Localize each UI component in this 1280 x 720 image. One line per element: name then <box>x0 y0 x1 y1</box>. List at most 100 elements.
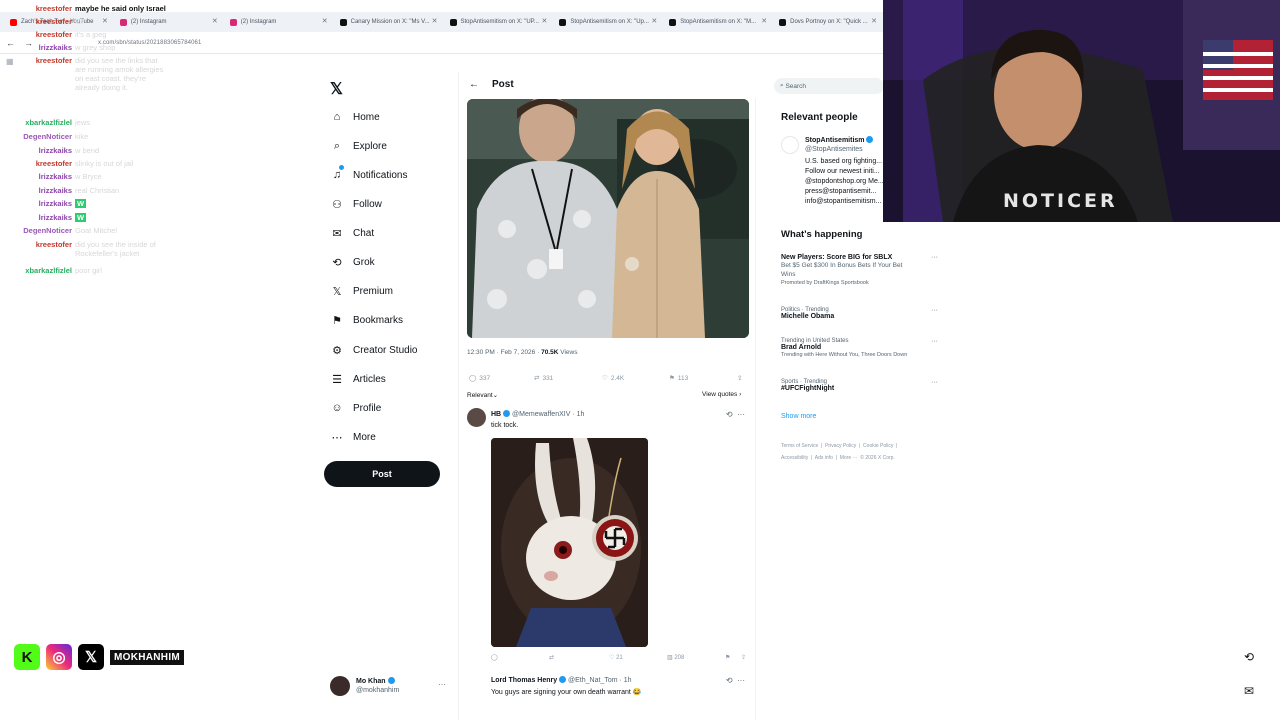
share-action[interactable]: ⇪ <box>737 374 742 382</box>
nav-item-label: Chat <box>353 227 375 239</box>
more-dots-icon[interactable]: ··· <box>931 338 938 345</box>
trend-name: New Players: Score BIG for SBLX <box>781 254 893 261</box>
more-dots-icon[interactable]: ··· <box>737 410 745 419</box>
nav-item-home[interactable]: ⌂ Home <box>330 110 380 124</box>
nav-item-bookmarks[interactable]: ⚑ Bookmarks <box>330 313 403 327</box>
nav-item-creator-studio[interactable]: ⚙ Creator Studio <box>330 343 417 357</box>
reply-author-name: HB <box>491 411 502 418</box>
views-count: 208 <box>674 655 685 661</box>
nav-item-label: Explore <box>353 140 387 152</box>
bar-chart-icon: ▥ <box>667 655 673 661</box>
account-switcher[interactable]: Mo Khan @mokhanhim ··· <box>330 676 454 698</box>
bookmark-icon[interactable]: ⚑ <box>725 654 730 661</box>
bookmark-count: 113 <box>677 374 689 382</box>
mail-icon[interactable]: ✉ <box>1238 680 1260 702</box>
x-logo-icon[interactable]: 𝕏 <box>330 79 343 99</box>
like-action[interactable]: ♡ 21 <box>609 654 623 661</box>
chat-text: real Christian <box>75 186 120 195</box>
share-icon[interactable]: ⇪ <box>741 654 746 661</box>
back-arrow-icon[interactable]: ← <box>469 79 479 90</box>
view-quotes-link[interactable]: View quotes › <box>702 391 741 398</box>
more-dots-icon[interactable]: ··· <box>931 254 938 261</box>
close-icon[interactable]: ✕ <box>322 17 328 25</box>
trend-item[interactable]: New Players: Score BIG for SBLX Bet $5 Ge… <box>781 254 941 288</box>
chat-username: xbarkazlfizlel <box>25 266 72 275</box>
sort-dropdown[interactable]: Relevant⌄ <box>467 391 498 399</box>
browser-tab[interactable]: (2) Instagram ✕ <box>224 13 334 31</box>
nav-item-notifications[interactable]: ♫ Notifications <box>330 165 407 182</box>
grok-icon[interactable]: ⟲ <box>726 410 733 419</box>
grok-icon[interactable]: ⟲ <box>726 676 733 685</box>
nav-item-premium[interactable]: 𝕏 Premium <box>330 284 393 298</box>
chat-text: did you see the links that are running a… <box>75 56 164 92</box>
browser-tab[interactable]: StopAntisemitism on X: "Up... ✕ <box>553 13 663 31</box>
show-more-link[interactable]: Show more <box>781 413 816 420</box>
nav-item-grok[interactable]: ⟲ Grok <box>330 255 375 269</box>
chat-text: lol <box>75 17 83 26</box>
nav-item-label: Creator Studio <box>353 344 418 356</box>
repost-icon[interactable]: ⇄ <box>549 654 554 661</box>
search-input[interactable]: ⌕ Search <box>774 78 884 94</box>
nav-item-label: Home <box>353 111 380 123</box>
trend-item[interactable]: Sports · Trending #UFCFightNight ··· <box>781 379 941 392</box>
grok-icon: ⟲ <box>332 256 342 269</box>
post-button[interactable]: Post <box>324 461 440 487</box>
more-dots-icon[interactable]: ··· <box>931 379 938 386</box>
view-quotes-label: View quotes <box>702 391 738 398</box>
repost-action[interactable]: ⇄ 331 <box>534 374 553 383</box>
nav-item-label: Grok <box>353 256 375 268</box>
chat-text: w Bryce <box>75 172 102 181</box>
tab-label: Dovs Portnoy on X: "Quick ... <box>790 19 868 25</box>
browser-tab[interactable]: StopAntisemitism on X: "UP... ✕ <box>444 13 554 31</box>
views-action[interactable]: ▥ 208 <box>667 654 684 661</box>
trend-extra: Trending with Here Without You, Three Do… <box>781 352 908 358</box>
trend-item[interactable]: Politics · Trending Michelle Obama ··· <box>781 307 941 320</box>
nav-item-profile[interactable]: ☺ Profile <box>330 401 381 415</box>
avatar <box>467 408 486 427</box>
reply-action[interactable]: ◯ 337 <box>469 374 490 383</box>
close-icon[interactable]: ✕ <box>871 17 877 25</box>
footer-links[interactable]: Terms of Service | Privacy Policy | Cook… <box>781 440 931 464</box>
close-icon[interactable]: ✕ <box>761 17 767 25</box>
grok-icon[interactable]: ⟲ <box>1238 646 1260 668</box>
close-icon[interactable]: ✕ <box>542 17 548 25</box>
more-dots-icon[interactable]: ··· <box>737 676 745 685</box>
nav-item-follow[interactable]: ⚇ Follow <box>330 197 382 211</box>
person-handle: @StopAntisemites <box>805 146 863 153</box>
browser-tab[interactable]: Dovs Portnoy on X: "Quick ... ✕ <box>773 13 883 31</box>
browser-tab[interactable]: Canary Mission on X: "Ms V... ✕ <box>334 13 444 31</box>
like-action[interactable]: ♡ 2.4K <box>602 374 625 383</box>
stream-chat-overlay: kreestofer maybe he said only Israel krees… <box>0 0 240 280</box>
trend-item[interactable]: Trending in United States Brad Arnold Tren… <box>781 338 941 360</box>
nav-item-articles[interactable]: ☰ Articles <box>330 372 386 386</box>
like-count: 2.4K <box>610 374 625 382</box>
like-count: 21 <box>616 655 623 661</box>
verified-badge-icon <box>559 676 567 683</box>
avatar <box>781 136 799 154</box>
relevant-person[interactable]: StopAntisemitism @StopAntisemites U.S. b… <box>781 134 891 214</box>
share-icon: ⇪ <box>737 375 743 382</box>
post-photo[interactable] <box>467 99 749 338</box>
more-dots-icon[interactable]: ··· <box>438 680 446 689</box>
nav-item-explore[interactable]: ⌕ Explore <box>330 139 387 153</box>
chat-text: it's a jpeg <box>75 30 107 39</box>
sort-label: Relevant <box>467 392 493 399</box>
chat-username: xbarkazlfizlel <box>25 118 72 127</box>
close-icon[interactable]: ✕ <box>432 17 438 25</box>
reply-icon: ◯ <box>469 375 477 382</box>
nav-item-more[interactable]: ⋯ More <box>330 430 376 444</box>
more-icon: ⋯ <box>331 431 343 444</box>
chat-username: lrizzkaiks <box>38 213 72 222</box>
tab-favicon-icon <box>669 18 677 26</box>
nav-item-chat[interactable]: ✉ Chat <box>330 226 374 240</box>
reply-author-handle: @MemewaffenXIV · 1h <box>512 411 585 418</box>
close-icon[interactable]: ✕ <box>651 17 657 25</box>
more-dots-icon[interactable]: ··· <box>931 307 938 314</box>
reply-image[interactable] <box>491 438 648 647</box>
bookmark-action[interactable]: ⚑ 113 <box>669 374 689 383</box>
reply-icon[interactable]: ◯ <box>491 654 498 661</box>
floating-actions: ⟲ ✉ <box>1238 646 1260 714</box>
browser-tab[interactable]: StopAntisemitism on X: "M... ✕ <box>663 13 773 31</box>
chat-username: kreestofer <box>35 17 72 26</box>
chat-text: maybe he said only Israel <box>75 4 166 13</box>
